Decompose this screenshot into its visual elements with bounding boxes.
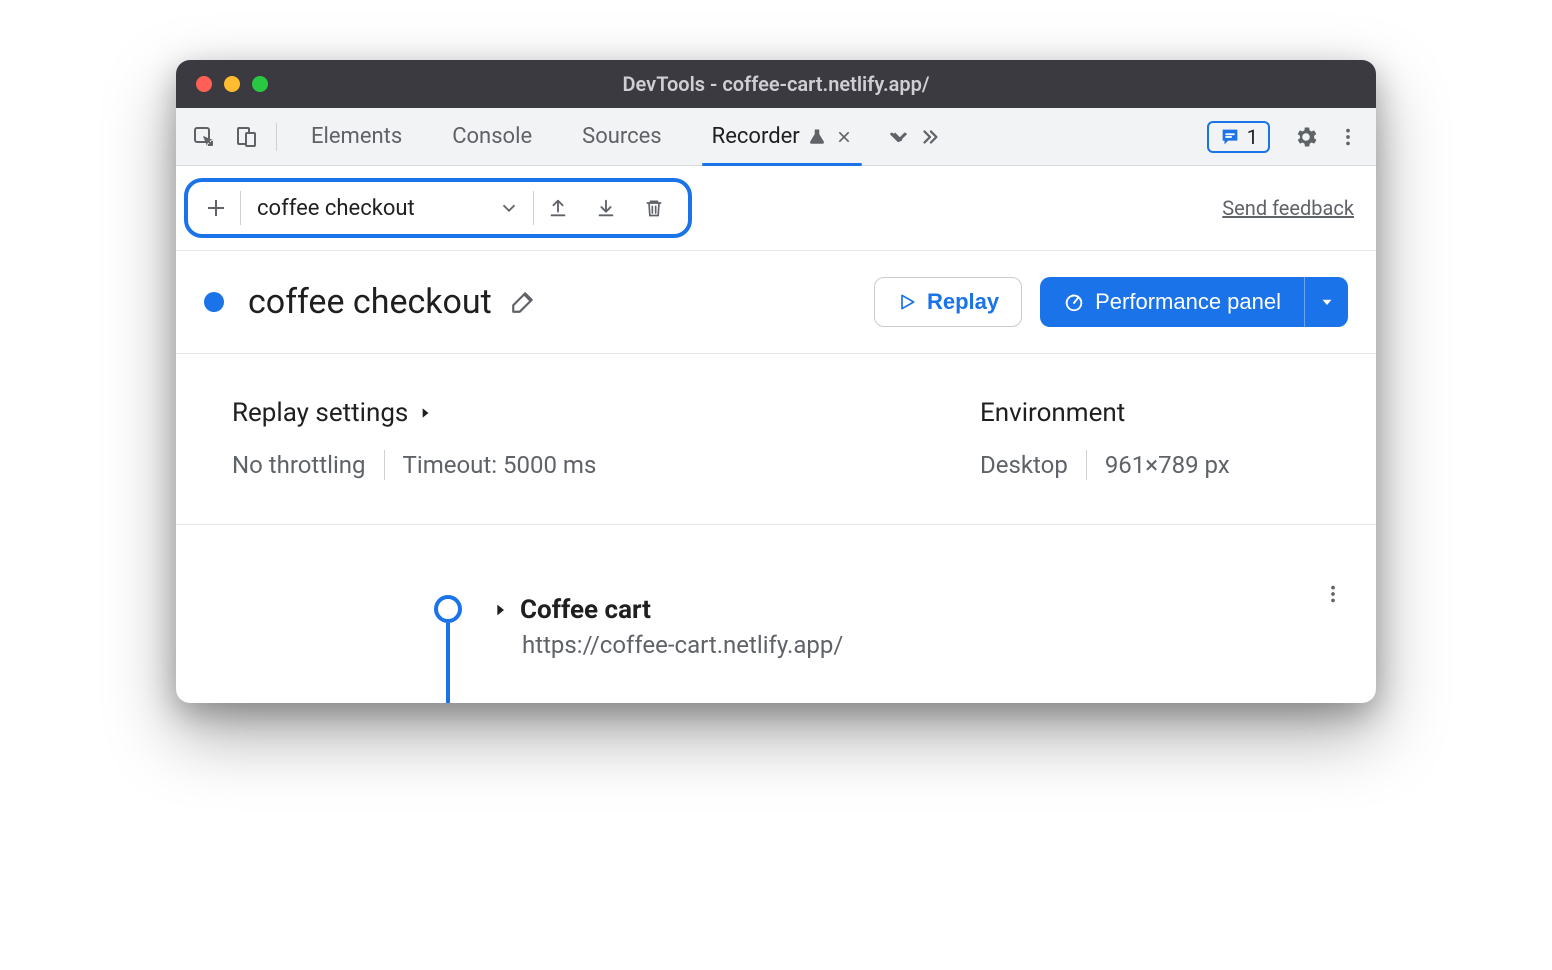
replay-settings-label: Replay settings <box>232 398 408 428</box>
send-feedback-link[interactable]: Send feedback <box>1222 196 1354 220</box>
titlebar: DevTools - coffee-cart.netlify.app/ <box>176 60 1376 108</box>
environment-settings: Environment Desktop 961×789 px <box>980 398 1320 480</box>
step-item[interactable]: Coffee cart https://coffee-cart.netlify.… <box>492 595 843 659</box>
inspect-element-icon[interactable] <box>186 119 222 155</box>
delete-icon[interactable] <box>630 186 678 230</box>
tab-recorder[interactable]: Recorder <box>690 108 874 165</box>
window-title: DevTools - coffee-cart.netlify.app/ <box>176 72 1376 96</box>
step-url: https://coffee-cart.netlify.app/ <box>522 631 843 659</box>
gear-icon[interactable] <box>1288 119 1324 155</box>
recording-header: coffee checkout Replay Performance panel <box>176 251 1376 354</box>
tab-label: Sources <box>582 124 662 149</box>
devtools-window: DevTools - coffee-cart.netlify.app/ Elem… <box>176 60 1376 703</box>
replay-label: Replay <box>927 289 999 315</box>
messages-badge[interactable]: 1 <box>1207 121 1270 153</box>
recording-selector-label[interactable]: coffee checkout <box>241 196 485 221</box>
resolution-value: 961×789 px <box>1105 451 1230 479</box>
chevron-down-icon[interactable] <box>485 186 533 230</box>
step-kebab-menu-icon[interactable] <box>1322 583 1344 605</box>
traffic-lights <box>196 76 268 92</box>
chevrons-right-icon[interactable] <box>912 119 948 155</box>
tab-sources[interactable]: Sources <box>560 108 684 165</box>
caret-right-icon <box>418 406 432 420</box>
environment-values: Desktop 961×789 px <box>980 450 1320 480</box>
performance-panel-caret[interactable] <box>1304 277 1348 327</box>
environment-label: Environment <box>980 398 1125 428</box>
performance-panel-label: Performance panel <box>1095 289 1281 315</box>
tab-label: Console <box>452 124 532 149</box>
device-toolbar-icon[interactable] <box>228 119 264 155</box>
replay-settings-values: No throttling Timeout: 5000 ms <box>232 450 980 480</box>
flask-icon <box>808 128 826 146</box>
close-icon[interactable] <box>836 129 852 145</box>
pencil-icon[interactable] <box>510 289 536 315</box>
tab-label: Recorder <box>712 124 800 149</box>
new-recording-button[interactable] <box>192 186 240 230</box>
step-title: Coffee cart <box>520 595 651 625</box>
recorder-toolbar-row: coffee checkout Send feedback <box>176 166 1376 251</box>
device-value: Desktop <box>980 451 1068 479</box>
import-icon[interactable] <box>582 186 630 230</box>
replay-settings-heading[interactable]: Replay settings <box>232 398 980 428</box>
recording-title: coffee checkout <box>248 282 492 322</box>
node-circle-icon <box>434 595 462 623</box>
caret-right-icon[interactable] <box>492 602 508 618</box>
tab-elements[interactable]: Elements <box>289 108 424 165</box>
divider <box>384 450 385 480</box>
divider <box>1086 450 1087 480</box>
window-minimize-button[interactable] <box>224 76 240 92</box>
export-icon[interactable] <box>534 186 582 230</box>
timeline-node <box>424 595 472 703</box>
messages-count: 1 <box>1247 125 1258 149</box>
timeout-value: Timeout: 5000 ms <box>403 451 597 479</box>
settings-row: Replay settings No throttling Timeout: 5… <box>176 354 1376 525</box>
replay-button[interactable]: Replay <box>874 277 1022 327</box>
window-zoom-button[interactable] <box>252 76 268 92</box>
devtools-tabbar: Elements Console Sources Recorder <box>176 108 1376 166</box>
record-indicator-icon <box>204 292 224 312</box>
tab-label: Elements <box>311 124 402 149</box>
divider <box>276 123 277 151</box>
kebab-menu-icon[interactable] <box>1330 119 1366 155</box>
chat-icon <box>1219 126 1241 148</box>
tab-console[interactable]: Console <box>430 108 554 165</box>
replay-settings: Replay settings No throttling Timeout: 5… <box>232 398 980 480</box>
more-tabs-icon[interactable] <box>880 119 916 155</box>
window-close-button[interactable] <box>196 76 212 92</box>
recorder-toolbar-highlight: coffee checkout <box>184 178 692 238</box>
steps-list: Coffee cart https://coffee-cart.netlify.… <box>176 525 1376 703</box>
performance-panel-group: Performance panel <box>1040 277 1348 327</box>
node-line <box>446 623 450 703</box>
performance-panel-button[interactable]: Performance panel <box>1040 277 1304 327</box>
environment-heading: Environment <box>980 398 1320 428</box>
throttling-value: No throttling <box>232 451 366 479</box>
